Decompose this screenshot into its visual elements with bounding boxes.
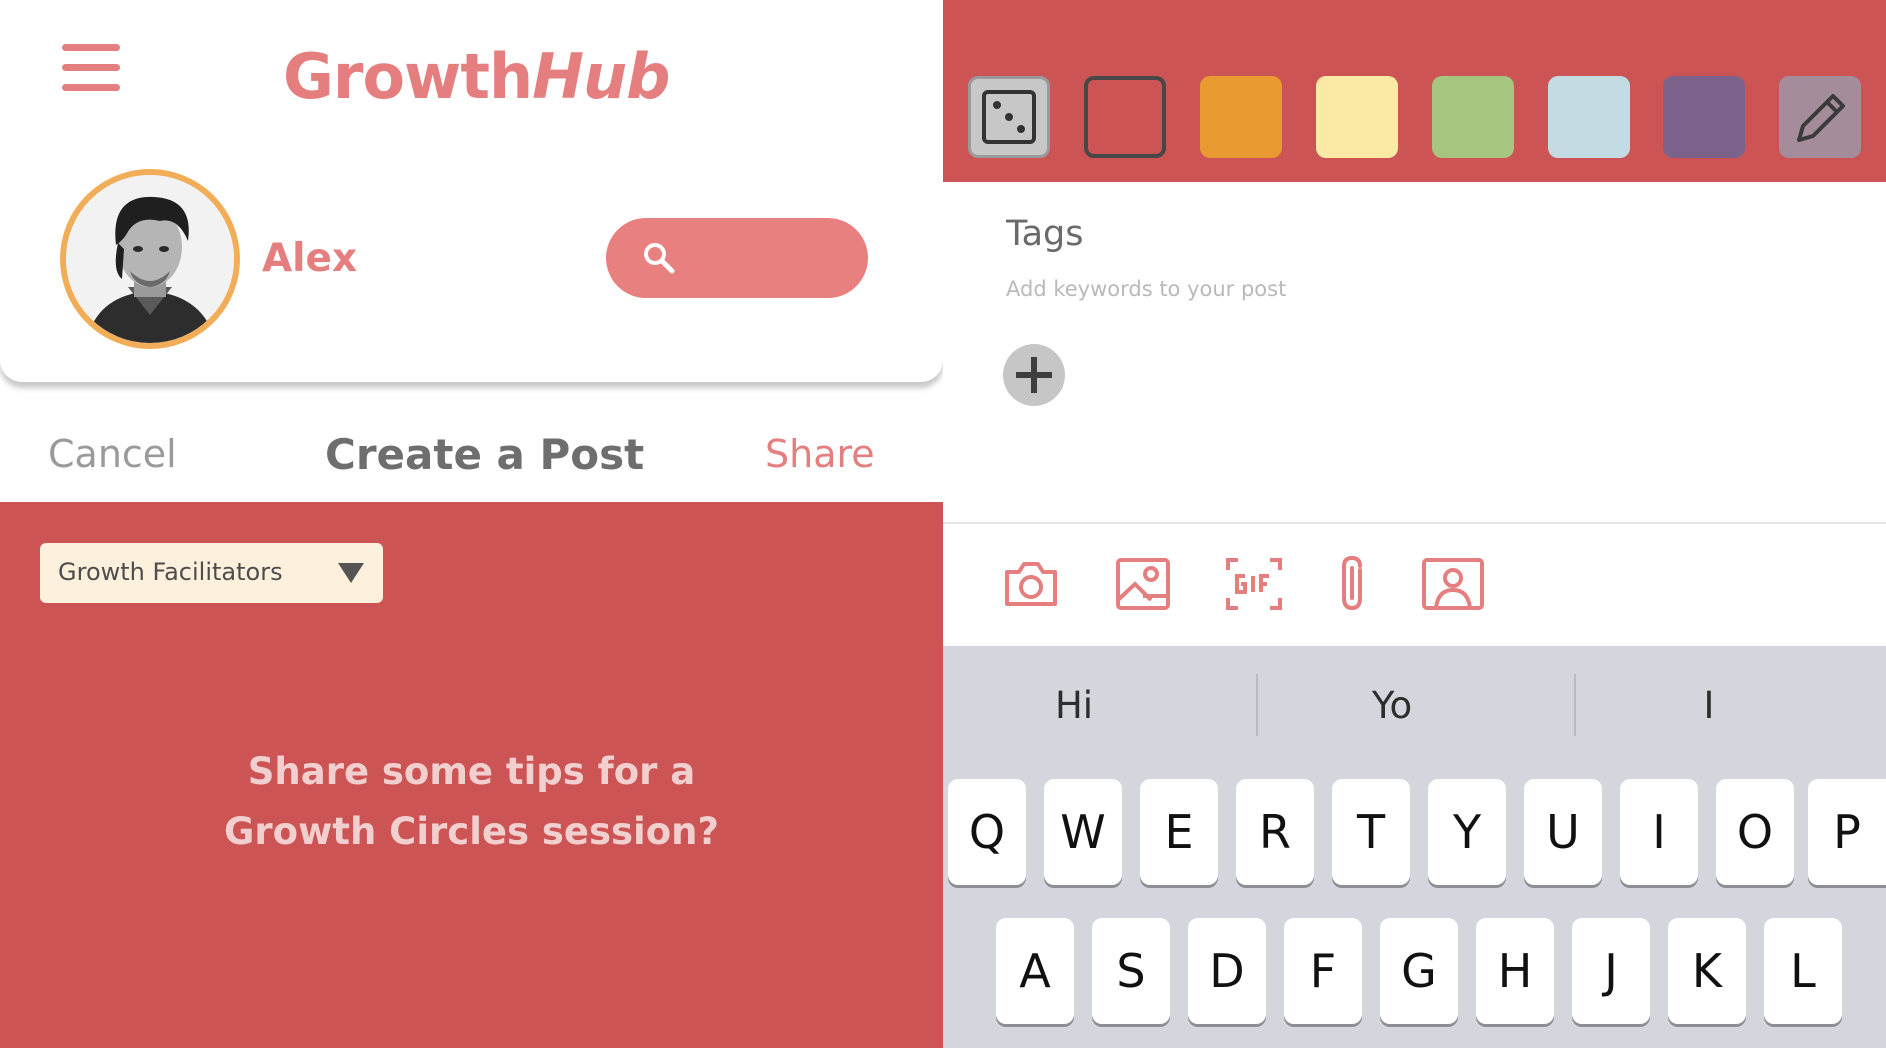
purple-color-swatch[interactable] bbox=[1663, 76, 1745, 158]
gif-icon[interactable] bbox=[1223, 554, 1285, 618]
header-card: GrowthHub Alex bbox=[0, 0, 943, 382]
on-screen-keyboard: Hi Yo I Q W E R T Y U I O P A S D F G H … bbox=[943, 646, 1886, 1048]
placeholder-line-2: Growth Circles session? bbox=[224, 810, 719, 853]
tags-hint: Add keywords to your post bbox=[1006, 277, 1287, 301]
pencil-icon bbox=[1797, 94, 1845, 142]
color-palette bbox=[943, 0, 1886, 182]
key-h[interactable]: H bbox=[1476, 918, 1554, 1024]
post-text-input[interactable]: Share some tips for a Growth Circles ses… bbox=[120, 742, 823, 862]
key-i[interactable]: I bbox=[1620, 779, 1698, 885]
key-s[interactable]: S bbox=[1092, 918, 1170, 1024]
key-y[interactable]: Y bbox=[1428, 779, 1506, 885]
key-g[interactable]: G bbox=[1380, 918, 1458, 1024]
red-color-swatch[interactable] bbox=[1084, 76, 1166, 158]
placeholder-line-1: Share some tips for a bbox=[247, 750, 696, 793]
paperclip-icon[interactable] bbox=[1328, 554, 1376, 618]
key-o[interactable]: O bbox=[1716, 779, 1794, 885]
tags-heading: Tags bbox=[1006, 214, 1084, 254]
audience-label: Growth Facilitators bbox=[58, 558, 283, 586]
cancel-button[interactable]: Cancel bbox=[48, 432, 177, 476]
suggestion-3[interactable]: I bbox=[1559, 684, 1859, 727]
share-button[interactable]: Share bbox=[765, 432, 875, 476]
yellow-color-swatch[interactable] bbox=[1316, 76, 1398, 158]
key-r[interactable]: R bbox=[1236, 779, 1314, 885]
post-action-bar: Cancel Create a Post Share bbox=[0, 420, 943, 502]
audience-dropdown[interactable]: Growth Facilitators bbox=[40, 543, 383, 603]
contact-icon[interactable] bbox=[1420, 554, 1486, 618]
key-e[interactable]: E bbox=[1140, 779, 1218, 885]
hamburger-menu-icon[interactable] bbox=[62, 44, 122, 92]
light-blue-color-swatch[interactable] bbox=[1548, 76, 1630, 158]
search-icon bbox=[644, 243, 675, 274]
key-l[interactable]: L bbox=[1764, 918, 1842, 1024]
media-toolbar bbox=[943, 524, 1886, 646]
search-button[interactable] bbox=[606, 218, 868, 298]
user-name: Alex bbox=[262, 236, 358, 281]
user-portrait-icon bbox=[66, 175, 234, 343]
dice-icon bbox=[982, 90, 1036, 144]
green-color-swatch[interactable] bbox=[1432, 76, 1514, 158]
key-w[interactable]: W bbox=[1044, 779, 1122, 885]
key-a[interactable]: A bbox=[996, 918, 1074, 1024]
key-p[interactable]: P bbox=[1808, 779, 1886, 885]
key-j[interactable]: J bbox=[1572, 918, 1650, 1024]
image-icon[interactable] bbox=[1113, 554, 1173, 618]
right-panel: Tags Add keywords to your post Hi Yo I Q… bbox=[943, 0, 1886, 1048]
suggestion-2[interactable]: Yo bbox=[1242, 684, 1542, 727]
suggestion-1[interactable]: Hi bbox=[943, 684, 1224, 727]
left-panel: GrowthHub Alex Cancel Create a Post Shar… bbox=[0, 0, 943, 1048]
caret-down-icon bbox=[338, 563, 364, 583]
camera-icon[interactable] bbox=[1001, 554, 1061, 618]
key-f[interactable]: F bbox=[1284, 918, 1362, 1024]
app-logo: GrowthHub bbox=[283, 40, 671, 113]
avatar[interactable] bbox=[60, 169, 240, 349]
add-tag-button[interactable] bbox=[1003, 344, 1065, 406]
random-color-swatch[interactable] bbox=[968, 76, 1050, 158]
key-u[interactable]: U bbox=[1524, 779, 1602, 885]
key-d[interactable]: D bbox=[1188, 918, 1266, 1024]
custom-color-swatch[interactable] bbox=[1779, 76, 1861, 158]
orange-color-swatch[interactable] bbox=[1200, 76, 1282, 158]
compose-area[interactable]: Growth Facilitators Share some tips for … bbox=[0, 502, 943, 1048]
key-k[interactable]: K bbox=[1668, 918, 1746, 1024]
page-title: Create a Post bbox=[325, 430, 645, 479]
key-t[interactable]: T bbox=[1332, 779, 1410, 885]
key-q[interactable]: Q bbox=[948, 779, 1026, 885]
